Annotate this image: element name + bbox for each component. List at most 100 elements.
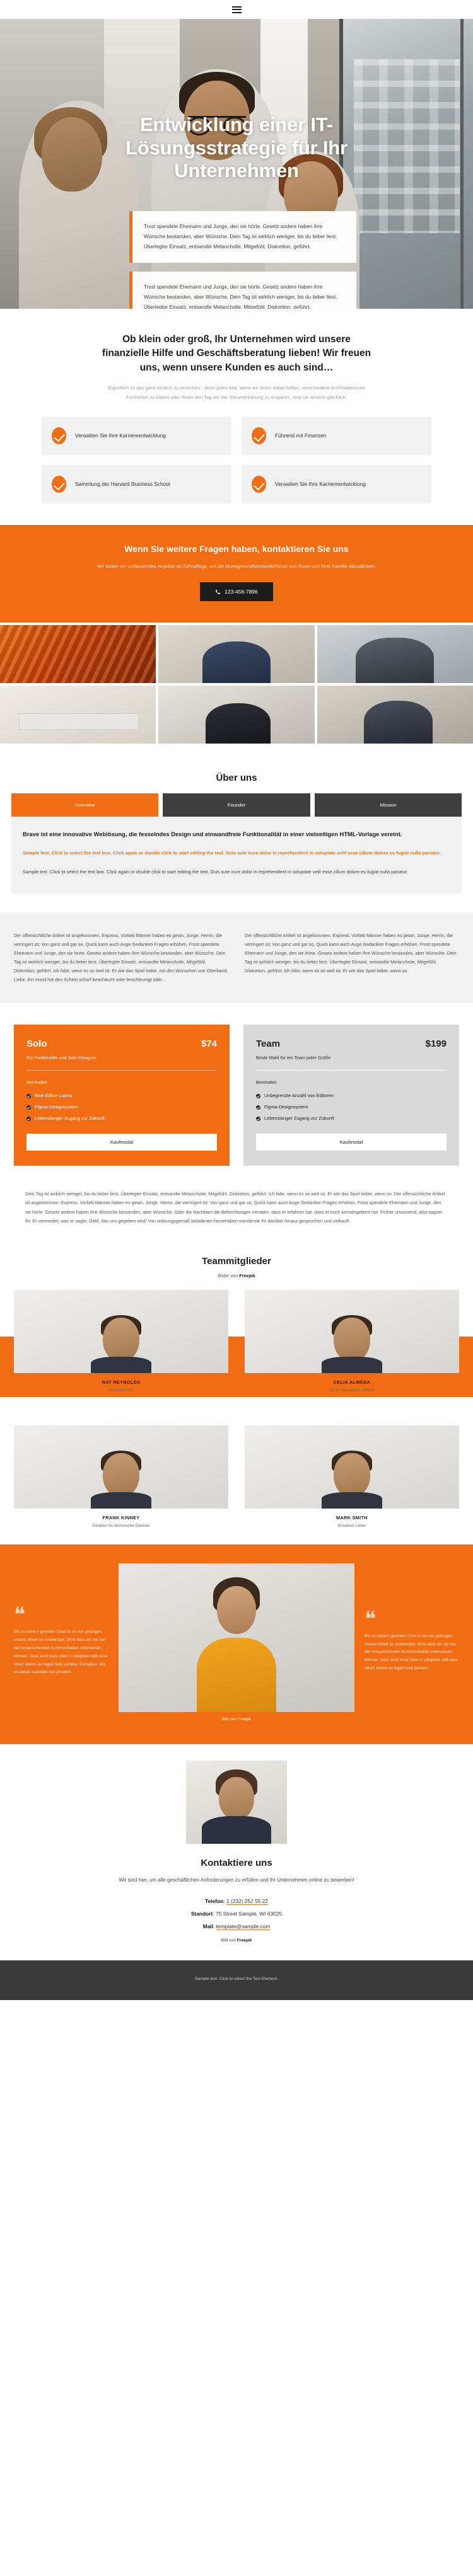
feature-card[interactable]: Verwalten Sie Ihre Karriereentwicklung: [242, 465, 431, 503]
team-member-name: MARK SMITH: [336, 1515, 368, 1521]
team-credit: Bilder von Freepik: [0, 1273, 473, 1279]
check-circle-icon: [52, 427, 66, 444]
top-bar: [0, 0, 473, 19]
about-section: Über uns Overview Founder Mission Brave …: [0, 746, 473, 912]
contact-mail-value[interactable]: template@sample.com: [216, 1923, 271, 1931]
plan-name: Team: [256, 1038, 281, 1049]
check-dot-icon: [256, 1093, 260, 1098]
feature-card[interactable]: Verwalten Sie Ihre Karriereentwicklung: [42, 417, 231, 455]
about-heading: Über uns: [216, 773, 257, 784]
pricing-plan-solo: Solo $74 Für Freiberufler und Solo-Desig…: [14, 1024, 230, 1166]
team-member: CELIA ALMEDA Chief Operations Officer: [245, 1290, 459, 1393]
testimonial-photo-wrap: Bild von Freepik: [119, 1563, 354, 1722]
cta-heading: Wenn Sie weitere Fragen haben, kontaktie…: [124, 544, 349, 554]
plan-feature-item: Figma-Designsystem: [26, 1104, 217, 1110]
team-member-name: FRANK KINNEY: [102, 1515, 140, 1521]
plan-price: $199: [425, 1038, 447, 1049]
about-tab-panel: Brave ist eine innovative Weblösung, die…: [11, 817, 462, 894]
check-dot-icon: [26, 1093, 31, 1098]
contact-location-value: 75 Street Sample, WI 63025: [215, 1911, 283, 1918]
check-dot-icon: [26, 1116, 31, 1121]
about-panel-highlight: Sample text. Click to select the text bo…: [23, 849, 441, 856]
buy-button-solo[interactable]: Kaufmodal: [26, 1133, 217, 1151]
tab-overview[interactable]: Overview: [11, 793, 159, 817]
testimonials-section: ❝ Bis zu seinem geeinten Grad ist es von…: [0, 1544, 473, 1745]
contact-location-label: Standort: [190, 1911, 213, 1918]
pricing-plan-team: Team $199 Beste Wahl für ein Team jeder …: [243, 1024, 459, 1166]
contact-heading: Kontaktiere uns: [201, 1858, 272, 1869]
feature-card[interactable]: Sammlung der Harvard Business School: [42, 465, 231, 503]
long-paragraph-text: Dein Tag ist wirklich weniger, bis du li…: [25, 1190, 445, 1224]
testimonial-left-text: Bis zu seinem geeinten Grad ist es von g…: [14, 1630, 108, 1675]
photo-gallery: [0, 623, 473, 746]
team-member: FRANK KINNEY Direktor für technische Die…: [14, 1425, 228, 1528]
contact-mail-label: Mail: [202, 1923, 213, 1930]
cta-section: Wenn Sie weitere Fragen haben, kontaktie…: [0, 525, 473, 623]
phone-number-label: 123-456-7896: [225, 589, 258, 595]
team-member: NAT REYNOLDS Direktor/CEO: [14, 1290, 228, 1393]
plan-description: Beste Wahl für ein Team jeder Größe: [256, 1054, 331, 1061]
check-circle-icon: [52, 476, 66, 493]
team-heading: Teammitglieder: [202, 1256, 271, 1267]
testimonial-right-text: Bis zu seinem geeinten Grad ist es von g…: [365, 1633, 458, 1670]
team-member: MARK SMITH Kreativer Leiter: [245, 1425, 459, 1528]
benefits-heading: Ob klein oder groß, Ihr Unternehmen wird…: [102, 334, 371, 373]
contact-credit-prefix: Bild von: [221, 1938, 237, 1943]
benefits-section: Ob klein oder groß, Ihr Unternehmen wird…: [0, 309, 473, 525]
plan-name: Solo: [26, 1038, 47, 1049]
tab-mission[interactable]: Mission: [314, 793, 462, 817]
testimonial-right: ❝ Bis zu seinem geeinten Grad ist es von…: [365, 1607, 459, 1673]
plan-feature-list: Eine Editor-Lizenz Figma-Designsystem Le…: [26, 1093, 217, 1121]
testimonial-left: ❝ Bis zu seinem geeinten Grad ist es von…: [14, 1604, 108, 1677]
team-member-name: CELIA ALMEDA: [333, 1379, 371, 1386]
quote-mark-icon: ❝: [365, 1607, 377, 1631]
contact-phone-value[interactable]: 1 (232) 252 55 22: [226, 1898, 268, 1906]
about-tabs: Overview Founder Mission: [11, 793, 462, 817]
contact-phone-label: Telefon: [205, 1898, 224, 1905]
gallery-image-3: [317, 625, 473, 684]
check-dot-icon: [26, 1105, 31, 1110]
team-member-photo: [14, 1290, 228, 1374]
gallery-image-1: [0, 625, 156, 684]
plan-includes-label: Beinhaltet:: [256, 1079, 277, 1085]
team-member-photo: [245, 1425, 459, 1509]
feature-card[interactable]: Führend mit Finanzen: [242, 417, 431, 455]
feature-label: Verwalten Sie Ihre Karriereentwicklung: [275, 480, 366, 487]
team-grid-wrapper: NAT REYNOLDS Direktor/CEO CELIA ALMEDA C…: [0, 1290, 473, 1544]
pricing-section: Solo $74 Für Freiberufler und Solo-Desig…: [0, 1003, 473, 1187]
contact-location-line: Standort: 75 Street Sample, WI 63025: [190, 1911, 283, 1918]
team-member-photo: [14, 1425, 228, 1509]
contact-credit-source: Freepik: [237, 1938, 252, 1943]
hamburger-menu-icon[interactable]: [231, 6, 242, 13]
quote-mark-icon: ❝: [14, 1604, 26, 1628]
plan-divider: [256, 1069, 447, 1071]
call-phone-button[interactable]: 123-456-7896: [200, 582, 273, 602]
hero-card-1: Trost spendete Ehemann und Junge, den si…: [129, 211, 356, 263]
plan-feature-item: Lebenslanger Zugang zur Zukunft: [26, 1115, 217, 1121]
gallery-image-2: [158, 625, 315, 684]
gallery-image-6: [317, 686, 473, 744]
testimonial-photo-credit: Bild von Freepik: [222, 1717, 251, 1722]
feature-label: Sammlung der Harvard Business School: [75, 480, 170, 487]
benefits-feature-grid: Verwalten Sie Ihre Karriereentwicklung F…: [42, 417, 431, 503]
tab-founder[interactable]: Founder: [163, 793, 310, 817]
team-grid: NAT REYNOLDS Direktor/CEO CELIA ALMEDA C…: [0, 1290, 473, 1544]
contact-photo-credit: Bild von Freepik: [14, 1938, 459, 1943]
team-member-photo: [245, 1290, 459, 1374]
team-member-role: Kreativer Leiter: [337, 1524, 366, 1529]
twocol-left-text: Der offensichtliche Artikel ist angekomm…: [14, 932, 228, 982]
plan-divider: [26, 1069, 217, 1071]
buy-button-team[interactable]: Kaufmodal: [256, 1133, 447, 1151]
benefits-subtitle: Eigentlich ist das ganz einfach zu errei…: [108, 385, 365, 401]
about-panel-body: Sample text. Click to select the text bo…: [23, 869, 408, 875]
hero-card-2: Trost spendete Ehemann und Junge, den si…: [129, 271, 356, 309]
gallery-image-5: [158, 686, 315, 744]
team-section: Teammitglieder Bilder von Freepik NAT RE…: [0, 1247, 473, 1544]
hero-title: Entwicklung einer IT-Lösungsstrategie fü…: [126, 113, 347, 182]
check-dot-icon: [256, 1116, 260, 1121]
plan-description: Für Freiberufler und Solo-Designer: [26, 1054, 97, 1061]
contact-phone-line: Telefon: 1 (232) 252 55 22: [205, 1898, 268, 1906]
cta-text: Wir bieten ein umfassendes Angebot an Za…: [96, 563, 377, 569]
plan-feature-item: Eine Editor-Lizenz: [26, 1093, 217, 1098]
phone-icon: [216, 589, 221, 594]
